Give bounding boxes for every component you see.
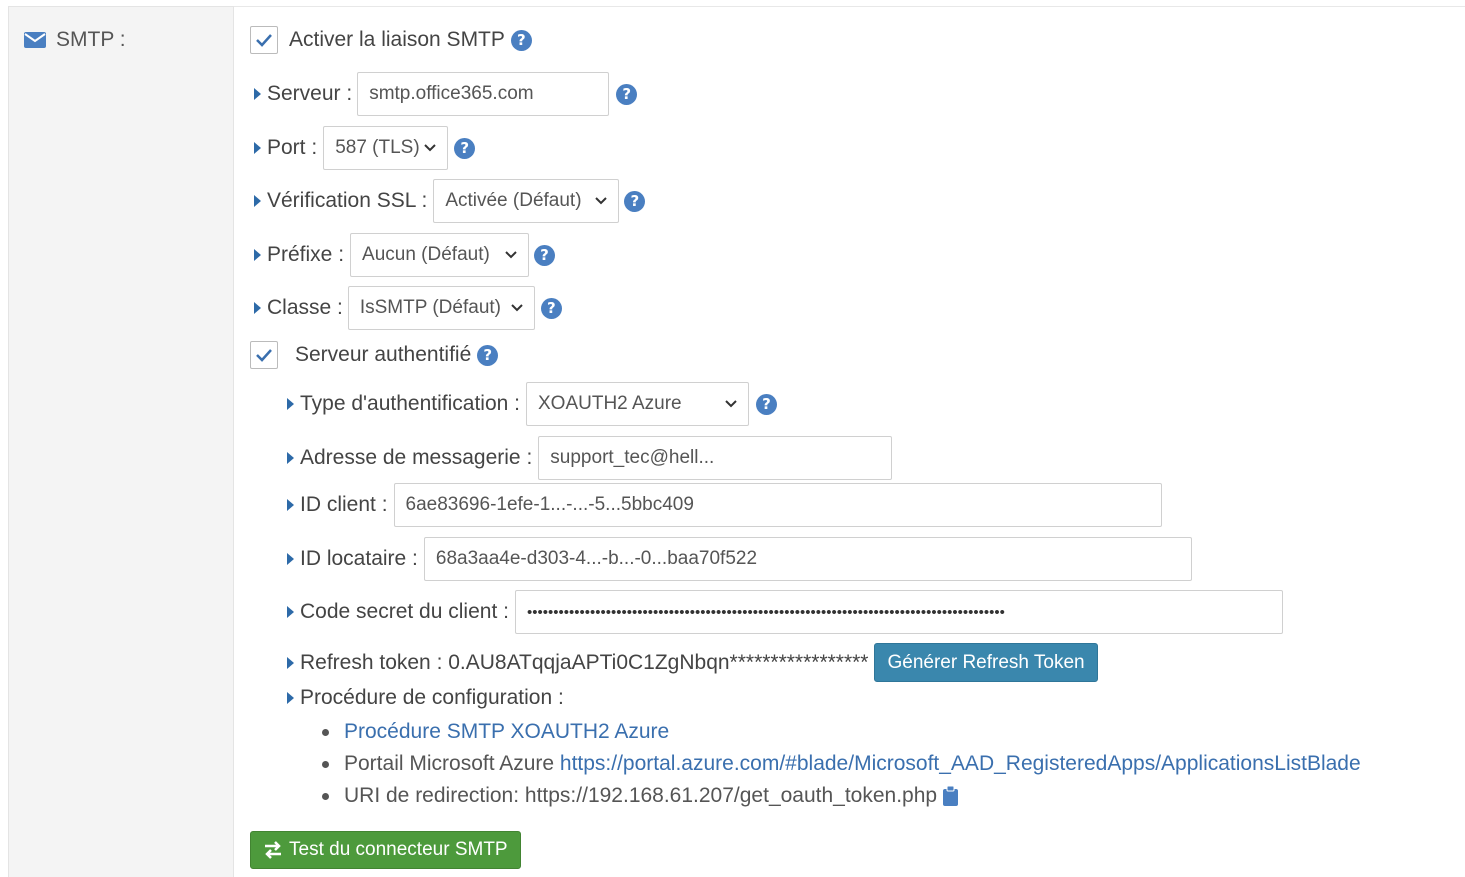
port-value: 587 (TLS)	[335, 137, 420, 158]
help-icon[interactable]: ?	[756, 393, 777, 415]
test-button-wrap: Test du connecteur SMTP	[250, 831, 521, 869]
prefix-row: Préfixe : Aucun (Défaut) ?	[254, 233, 556, 277]
procedure-link[interactable]: Procédure SMTP XOAUTH2 Azure	[344, 720, 669, 744]
chevron-down-icon	[725, 400, 737, 408]
caret-right-icon	[287, 452, 294, 464]
caret-right-icon	[287, 553, 294, 565]
enable-smtp-row: Activer la liaison SMTP ?	[250, 26, 532, 54]
divider	[234, 6, 1465, 7]
caret-right-icon	[287, 398, 294, 410]
help-icon[interactable]: ?	[534, 244, 556, 266]
chevron-down-icon	[424, 144, 436, 152]
class-select[interactable]: IsSMTP (Défaut)	[347, 286, 535, 330]
config-links-list: Procédure SMTP XOAUTH2 Azure Portail Mic…	[300, 716, 1361, 812]
client-id-label: ID client :	[300, 493, 388, 516]
ssl-label: Vérification SSL :	[267, 189, 428, 212]
bullet	[322, 760, 329, 768]
section-label: SMTP :	[24, 28, 126, 52]
help-icon[interactable]: ?	[510, 29, 532, 51]
ssl-select[interactable]: Activée (Défaut)	[433, 179, 620, 223]
auth-server-label: Serveur authentifié	[295, 343, 472, 366]
help-icon[interactable]: ?	[616, 83, 638, 105]
caret-right-icon	[287, 499, 294, 511]
envelope-icon	[24, 32, 46, 48]
refresh-token-label: Refresh token : 0.AU8ATqqjaAPTi0C1ZgNbqn…	[300, 650, 869, 674]
chevron-down-icon	[505, 251, 517, 259]
email-label: Adresse de messagerie :	[300, 446, 533, 469]
list-item: Procédure SMTP XOAUTH2 Azure	[300, 716, 1361, 748]
tenant-id-row: ID locataire : 68a3aa4e-d303-4...-b...-0…	[287, 537, 1192, 581]
ssl-row: Vérification SSL : Activée (Défaut) ?	[254, 179, 646, 223]
bullet	[322, 792, 329, 800]
client-id-input[interactable]: 6ae83696-1efe-1...-...-5...5bbc409	[393, 483, 1162, 527]
tenant-id-label: ID locataire :	[300, 547, 418, 570]
server-input[interactable]: smtp.office365.com	[357, 72, 610, 116]
caret-right-icon	[287, 606, 294, 618]
caret-right-icon	[254, 249, 261, 261]
port-select[interactable]: 587 (TLS)	[323, 126, 449, 170]
caret-right-icon	[254, 142, 261, 154]
caret-right-icon	[254, 88, 261, 100]
server-row: Serveur : smtp.office365.com ?	[254, 72, 638, 116]
help-icon[interactable]: ?	[540, 297, 562, 319]
help-icon[interactable]: ?	[477, 344, 499, 366]
enable-smtp-label: Activer la liaison SMTP	[289, 28, 505, 51]
client-secret-input[interactable]: ••••••••••••••••••••••••••••••••••••••••…	[514, 590, 1283, 634]
list-item: Portail Microsoft Azure https://portal.a…	[300, 748, 1361, 780]
caret-right-icon	[287, 656, 294, 669]
help-icon[interactable]: ?	[624, 190, 646, 212]
tenant-id-input[interactable]: 68a3aa4e-d303-4...-b...-0...baa70f522	[423, 537, 1192, 581]
ssl-value: Activée (Défaut)	[445, 190, 582, 211]
label-column	[8, 6, 234, 877]
bullet	[322, 728, 329, 736]
refresh-token-row: Refresh token : 0.AU8ATqqjaAPTi0C1ZgNbqn…	[287, 643, 1098, 682]
prefix-value: Aucun (Défaut)	[362, 244, 490, 265]
list-item: URI de redirection: https://192.168.61.2…	[300, 780, 1361, 812]
azure-portal-link[interactable]: https://portal.azure.com/#blade/Microsof…	[560, 752, 1361, 776]
auth-type-value: XOAUTH2 Azure	[538, 393, 682, 414]
config-row: Procédure de configuration :	[287, 686, 564, 710]
enable-smtp-checkbox[interactable]	[250, 26, 278, 54]
clipboard-icon[interactable]	[943, 786, 959, 806]
help-icon[interactable]: ?	[454, 137, 476, 159]
email-row: Adresse de messagerie : support_tec@hell…	[287, 436, 893, 480]
prefix-label: Préfixe :	[267, 243, 345, 266]
chevron-down-icon	[511, 304, 523, 312]
email-input[interactable]: support_tec@hell...	[538, 436, 893, 480]
test-smtp-label: Test du connecteur SMTP	[289, 839, 508, 860]
redirect-uri-text: URI de redirection: https://192.168.61.2…	[344, 784, 938, 807]
list-item-text: Portail Microsoft Azure	[344, 752, 560, 775]
auth-type-label: Type d'authentification :	[300, 392, 520, 415]
caret-right-icon	[287, 692, 294, 704]
test-smtp-button[interactable]: Test du connecteur SMTP	[250, 831, 521, 869]
client-secret-label: Code secret du client :	[300, 600, 509, 623]
auth-server-row: Serveur authentifié ?	[250, 341, 499, 369]
auth-server-checkbox[interactable]	[250, 341, 278, 369]
auth-type-select[interactable]: XOAUTH2 Azure	[526, 382, 749, 426]
chevron-down-icon	[595, 197, 608, 205]
port-row: Port : 587 (TLS) ?	[254, 126, 476, 170]
client-secret-row: Code secret du client : ••••••••••••••••…	[287, 590, 1283, 634]
exchange-icon	[263, 841, 283, 859]
server-label: Serveur :	[267, 82, 353, 105]
caret-right-icon	[254, 302, 261, 314]
config-label: Procédure de configuration :	[300, 686, 564, 709]
section-title: SMTP :	[56, 28, 126, 51]
caret-right-icon	[254, 195, 261, 207]
class-row: Classe : IsSMTP (Défaut) ?	[254, 286, 562, 330]
class-value: IsSMTP (Défaut)	[359, 297, 501, 318]
auth-type-row: Type d'authentification : XOAUTH2 Azure …	[287, 382, 777, 426]
class-label: Classe :	[267, 296, 343, 319]
generate-refresh-token-button[interactable]: Générer Refresh Token	[874, 643, 1098, 682]
client-id-row: ID client : 6ae83696-1efe-1...-...-5...5…	[287, 483, 1162, 527]
prefix-select[interactable]: Aucun (Défaut)	[350, 233, 530, 277]
port-label: Port :	[267, 136, 318, 159]
